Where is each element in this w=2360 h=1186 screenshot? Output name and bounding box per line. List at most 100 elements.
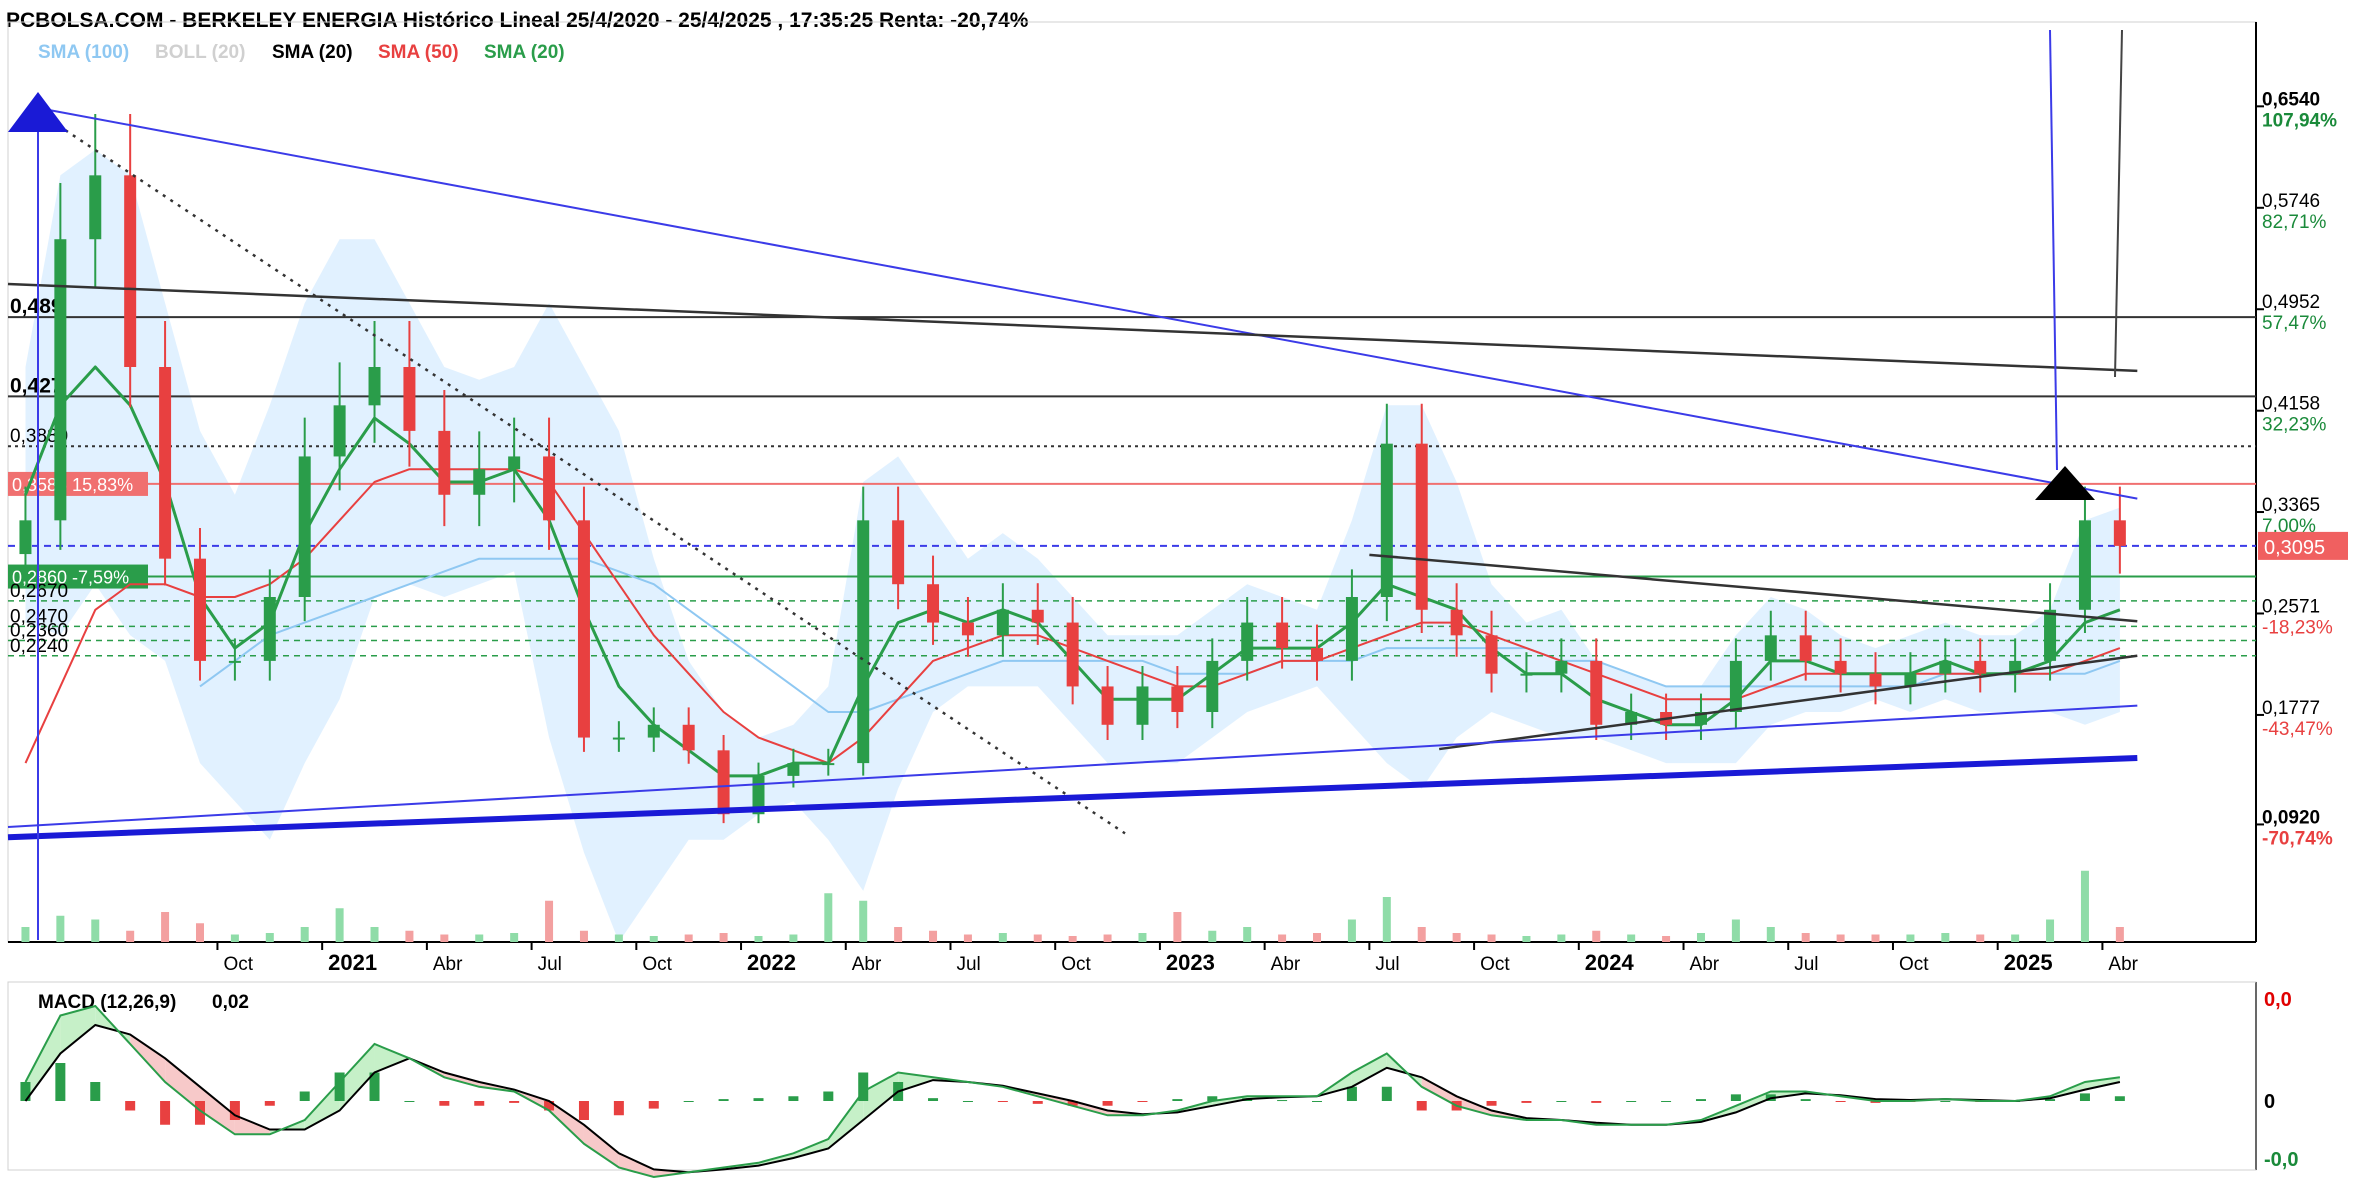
candle-body bbox=[438, 430, 451, 495]
y-tick-label: 0,6540 bbox=[2262, 89, 2320, 110]
macd-histogram-bar bbox=[962, 1101, 973, 1102]
macd-histogram-bar bbox=[1521, 1101, 1532, 1103]
candle-body bbox=[89, 175, 102, 240]
candle-body bbox=[1206, 660, 1219, 712]
volume-bar bbox=[579, 930, 588, 942]
macd-histogram-bar bbox=[1137, 1101, 1148, 1102]
volume-bar bbox=[1941, 933, 1950, 942]
candle-body bbox=[1555, 660, 1568, 674]
candle-body bbox=[54, 239, 67, 521]
macd-histogram-bar bbox=[2079, 1093, 2090, 1101]
volume-bar bbox=[1522, 936, 1531, 942]
volume-bar bbox=[335, 908, 344, 942]
macd-histogram-bar bbox=[509, 1101, 520, 1103]
candle-body bbox=[403, 367, 416, 431]
volume-bar bbox=[1452, 933, 1461, 942]
y-tick-label: 0,4158 bbox=[2262, 394, 2320, 415]
macd-histogram-bar bbox=[1835, 1101, 1846, 1102]
volume-bar bbox=[1487, 934, 1496, 942]
x-tick-label: Jul bbox=[538, 954, 562, 975]
macd-histogram-bar bbox=[474, 1101, 485, 1106]
volume-bar bbox=[126, 930, 135, 942]
x-tick-label: Oct bbox=[1899, 954, 1929, 975]
macd-histogram-bar bbox=[1556, 1101, 1567, 1102]
volume-bar bbox=[1103, 934, 1112, 942]
macd-y-label: 0 bbox=[2264, 1091, 2275, 1113]
candle-body bbox=[1834, 660, 1847, 674]
x-tick-label: 2023 bbox=[1166, 950, 1215, 975]
candle-body bbox=[124, 175, 137, 367]
macd-histogram-bar bbox=[1277, 1100, 1288, 1102]
y-tick-pct: 32,23% bbox=[2262, 415, 2327, 436]
stock-chart: PCBOLSA.COM - BERKELEY ENERGIA Histórico… bbox=[0, 0, 2360, 1186]
macd-histogram-bar bbox=[1800, 1099, 1811, 1101]
macd-histogram-bar bbox=[928, 1098, 939, 1101]
y-tick-label: 0,4952 bbox=[2262, 292, 2320, 313]
volume-bar bbox=[719, 933, 728, 942]
volume-bar bbox=[929, 930, 938, 942]
indicator-legend: SMA (100) BOLL (20) SMA (20) SMA (50) SMA (2… bbox=[38, 42, 565, 63]
macd-histogram-bar bbox=[1416, 1101, 1427, 1111]
macd-histogram-bar bbox=[1626, 1101, 1637, 1102]
candle-body bbox=[368, 367, 381, 406]
candle-body bbox=[1345, 597, 1358, 661]
candle-body bbox=[228, 660, 241, 663]
candle-body bbox=[263, 597, 276, 661]
volume-bar bbox=[2046, 919, 2055, 942]
volume-bar bbox=[1801, 933, 1810, 942]
macd-histogram-bar bbox=[578, 1101, 589, 1120]
volume-bar bbox=[649, 936, 658, 942]
volume-bar bbox=[56, 915, 65, 942]
candle-body bbox=[298, 456, 311, 597]
last-price-label: 0,3095 bbox=[2264, 537, 2325, 559]
volume-bar bbox=[2011, 934, 2020, 942]
candle-body bbox=[961, 622, 974, 636]
x-tick-label: Abr bbox=[433, 954, 463, 975]
x-tick-label: Jul bbox=[956, 954, 980, 975]
candle-body bbox=[612, 737, 625, 740]
macd-histogram-bar bbox=[1381, 1086, 1392, 1101]
candle-body bbox=[927, 584, 940, 623]
volume-bar bbox=[1208, 930, 1217, 942]
macd-histogram-bar bbox=[55, 1063, 66, 1101]
candle-body bbox=[577, 520, 590, 738]
macd-histogram-bar bbox=[1346, 1086, 1357, 1101]
macd-histogram-bar bbox=[1730, 1094, 1741, 1101]
macd-histogram-bar bbox=[753, 1098, 764, 1101]
macd-histogram-bar bbox=[1102, 1101, 1113, 1106]
volume-bar bbox=[1836, 934, 1845, 942]
volume-bar bbox=[161, 912, 170, 942]
candle-body bbox=[193, 558, 206, 661]
volume-bar bbox=[684, 934, 693, 942]
candle-body bbox=[1101, 686, 1114, 725]
macd-histogram-bar bbox=[1312, 1101, 1323, 1102]
y-tick-pct: -18,23% bbox=[2262, 617, 2333, 638]
candle-body bbox=[1590, 660, 1603, 725]
volume-bar bbox=[1662, 936, 1671, 942]
y-tick-pct: -70,74% bbox=[2262, 828, 2333, 849]
y-tick-pct: 57,47% bbox=[2262, 313, 2327, 334]
x-tick-label: Jul bbox=[1375, 954, 1399, 975]
candle-body bbox=[1276, 622, 1289, 649]
y-tick-pct: 82,71% bbox=[2262, 212, 2327, 233]
x-tick-label: Oct bbox=[642, 954, 672, 975]
volume-bar bbox=[1243, 927, 1252, 942]
y-tick-label: 0,5746 bbox=[2262, 191, 2320, 212]
volume-bar bbox=[998, 933, 1007, 942]
macd-histogram-bar bbox=[1695, 1099, 1706, 1101]
volume-bar bbox=[859, 900, 868, 942]
macd-histogram-bar bbox=[20, 1082, 31, 1101]
candle-body bbox=[857, 520, 870, 764]
candle-body bbox=[682, 724, 695, 751]
candle-body bbox=[1869, 673, 1882, 687]
x-tick-label: 2024 bbox=[1585, 950, 1635, 975]
macd-histogram-bar bbox=[997, 1101, 1008, 1102]
macd-histogram-bar bbox=[264, 1101, 275, 1106]
volume-bar bbox=[754, 936, 763, 942]
volume-bar bbox=[1138, 933, 1147, 942]
candle-body bbox=[2044, 609, 2057, 661]
x-tick-label: Jul bbox=[1794, 954, 1818, 975]
macd-value: 0,02 bbox=[212, 992, 249, 1013]
candle-body bbox=[1520, 673, 1533, 676]
macd-histogram-bar bbox=[613, 1101, 624, 1116]
